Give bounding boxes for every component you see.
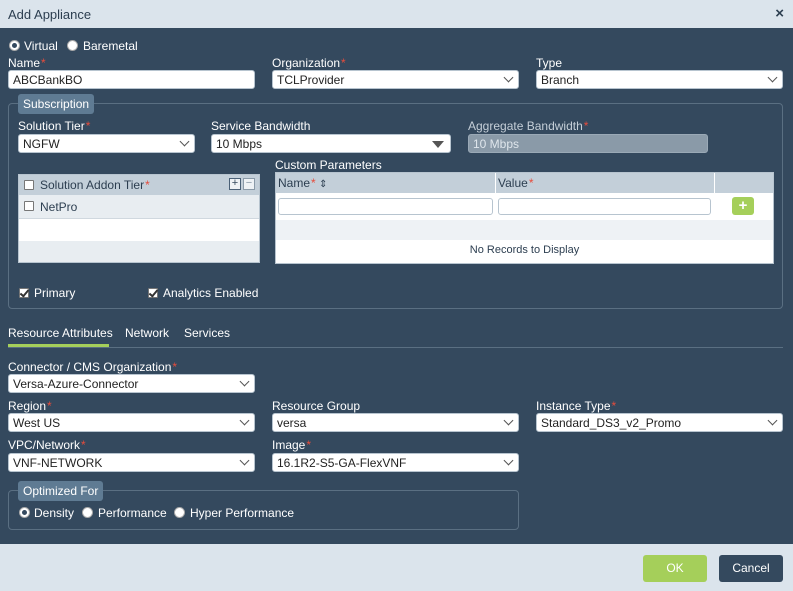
param-value-input[interactable] (498, 198, 711, 215)
region-value: West US (13, 416, 61, 430)
column-divider (714, 173, 715, 193)
image-value: 16.1R2-S5-GA-FlexVNF (277, 456, 407, 470)
addon-select-all-checkbox[interactable] (24, 180, 34, 190)
analytics-enabled-checkbox[interactable] (148, 288, 158, 298)
dialog-footer: OK Cancel (0, 544, 793, 591)
vpc-network-value: VNF-NETWORK (13, 456, 103, 470)
hyper-performance-radio[interactable] (174, 507, 185, 518)
custom-parameters-table: Name* ⇕ Value* + No Records to Display (275, 172, 774, 264)
close-icon[interactable]: × (775, 5, 784, 22)
addon-tier-cell: NetPro (40, 200, 78, 214)
addon-tier-header-label: Solution Addon Tier* (40, 178, 150, 192)
tab-resource-attributes[interactable]: Resource Attributes (8, 326, 113, 340)
name-label: Name* (8, 56, 46, 70)
image-select[interactable]: 16.1R2-S5-GA-FlexVNF (272, 453, 519, 472)
ok-button[interactable]: OK (643, 555, 707, 582)
column-divider (495, 173, 496, 193)
resource-group-value: versa (277, 416, 307, 430)
chevron-down-icon (503, 415, 514, 426)
tabs-divider (8, 347, 783, 348)
image-label: Image* (272, 438, 312, 452)
subscription-legend: Subscription (18, 94, 95, 114)
optimized-for-legend: Optimized For (18, 481, 104, 501)
hyper-performance-radio-label: Hyper Performance (190, 506, 295, 520)
tab-services[interactable]: Services (184, 326, 230, 340)
remove-icon[interactable]: − (243, 178, 255, 190)
chevron-down-icon (767, 415, 778, 426)
connector-value: Versa-Azure-Connector (13, 377, 139, 391)
add-icon[interactable]: + (229, 178, 241, 190)
type-select[interactable]: Branch (536, 70, 783, 89)
chevron-down-icon (503, 72, 514, 83)
service-bandwidth-value: 10 Mbps (216, 137, 263, 151)
table-row-empty (19, 241, 259, 262)
solution-tier-value: NGFW (23, 137, 60, 151)
dialog-title: Add Appliance (8, 7, 92, 22)
virtual-radio-label: Virtual (24, 39, 58, 53)
chevron-down-icon (239, 455, 250, 466)
tab-network[interactable]: Network (125, 326, 169, 340)
custom-params-spacer (276, 220, 773, 240)
name-column-header[interactable]: Name* ⇕ (278, 176, 327, 190)
sort-icon[interactable]: ⇕ (319, 179, 327, 190)
virtual-radio[interactable] (9, 40, 20, 51)
custom-parameters-title: Custom Parameters (275, 158, 382, 172)
dialog-body: Virtual Baremetal Name* ABCBankBO Organi… (0, 28, 793, 544)
cancel-button[interactable]: Cancel (719, 555, 783, 582)
resource-group-label: Resource Group (272, 399, 361, 413)
instance-type-value: Standard_DS3_v2_Promo (541, 416, 682, 430)
solution-tier-label: Solution Tier* (18, 119, 91, 133)
instance-type-label: Instance Type* (536, 399, 617, 413)
aggregate-bandwidth-input: 10 Mbps (468, 134, 708, 153)
connector-label: Connector / CMS Organization* (8, 360, 178, 374)
chevron-down-icon (239, 376, 250, 387)
dialog-titlebar: Add Appliance × (0, 0, 793, 28)
netpro-checkbox[interactable] (24, 201, 34, 211)
service-bandwidth-label: Service Bandwidth (211, 119, 311, 133)
organization-label: Organization* (272, 56, 346, 70)
analytics-enabled-label: Analytics Enabled (163, 286, 259, 300)
baremetal-radio-label: Baremetal (83, 39, 138, 53)
performance-radio-label: Performance (98, 506, 167, 520)
density-radio-label: Density (34, 506, 75, 520)
caret-down-icon (432, 141, 444, 148)
region-select[interactable]: West US (8, 413, 255, 432)
resource-group-select[interactable]: versa (272, 413, 519, 432)
instance-type-select[interactable]: Standard_DS3_v2_Promo (536, 413, 783, 432)
density-radio[interactable] (19, 507, 30, 518)
chevron-down-icon (767, 72, 778, 83)
baremetal-radio[interactable] (67, 40, 78, 51)
primary-label: Primary (34, 286, 76, 300)
region-label: Region* (8, 399, 52, 413)
connector-select[interactable]: Versa-Azure-Connector (8, 374, 255, 393)
organization-value: TCLProvider (277, 73, 345, 87)
solution-tier-select[interactable]: NGFW (18, 134, 195, 153)
no-records-text: No Records to Display (469, 244, 580, 256)
organization-select[interactable]: TCLProvider (272, 70, 519, 89)
chevron-down-icon (239, 415, 250, 426)
param-name-input[interactable] (278, 198, 493, 215)
type-value: Branch (541, 73, 580, 87)
name-input[interactable]: ABCBankBO (8, 70, 255, 89)
chevron-down-icon (179, 136, 190, 147)
performance-radio[interactable] (82, 507, 93, 518)
addon-tier-table: Solution Addon Tier* + − NetPro (18, 174, 260, 263)
service-bandwidth-select[interactable]: 10 Mbps (211, 134, 451, 153)
chevron-down-icon (503, 455, 514, 466)
add-param-button[interactable]: + (732, 197, 754, 215)
vpc-network-label: VPC/Network* (8, 438, 86, 452)
primary-checkbox[interactable] (19, 288, 29, 298)
vpc-network-select[interactable]: VNF-NETWORK (8, 453, 255, 472)
type-label: Type (536, 56, 563, 70)
value-column-header: Value* (498, 176, 534, 190)
aggregate-bandwidth-label: Aggregate Bandwidth* (468, 119, 589, 133)
